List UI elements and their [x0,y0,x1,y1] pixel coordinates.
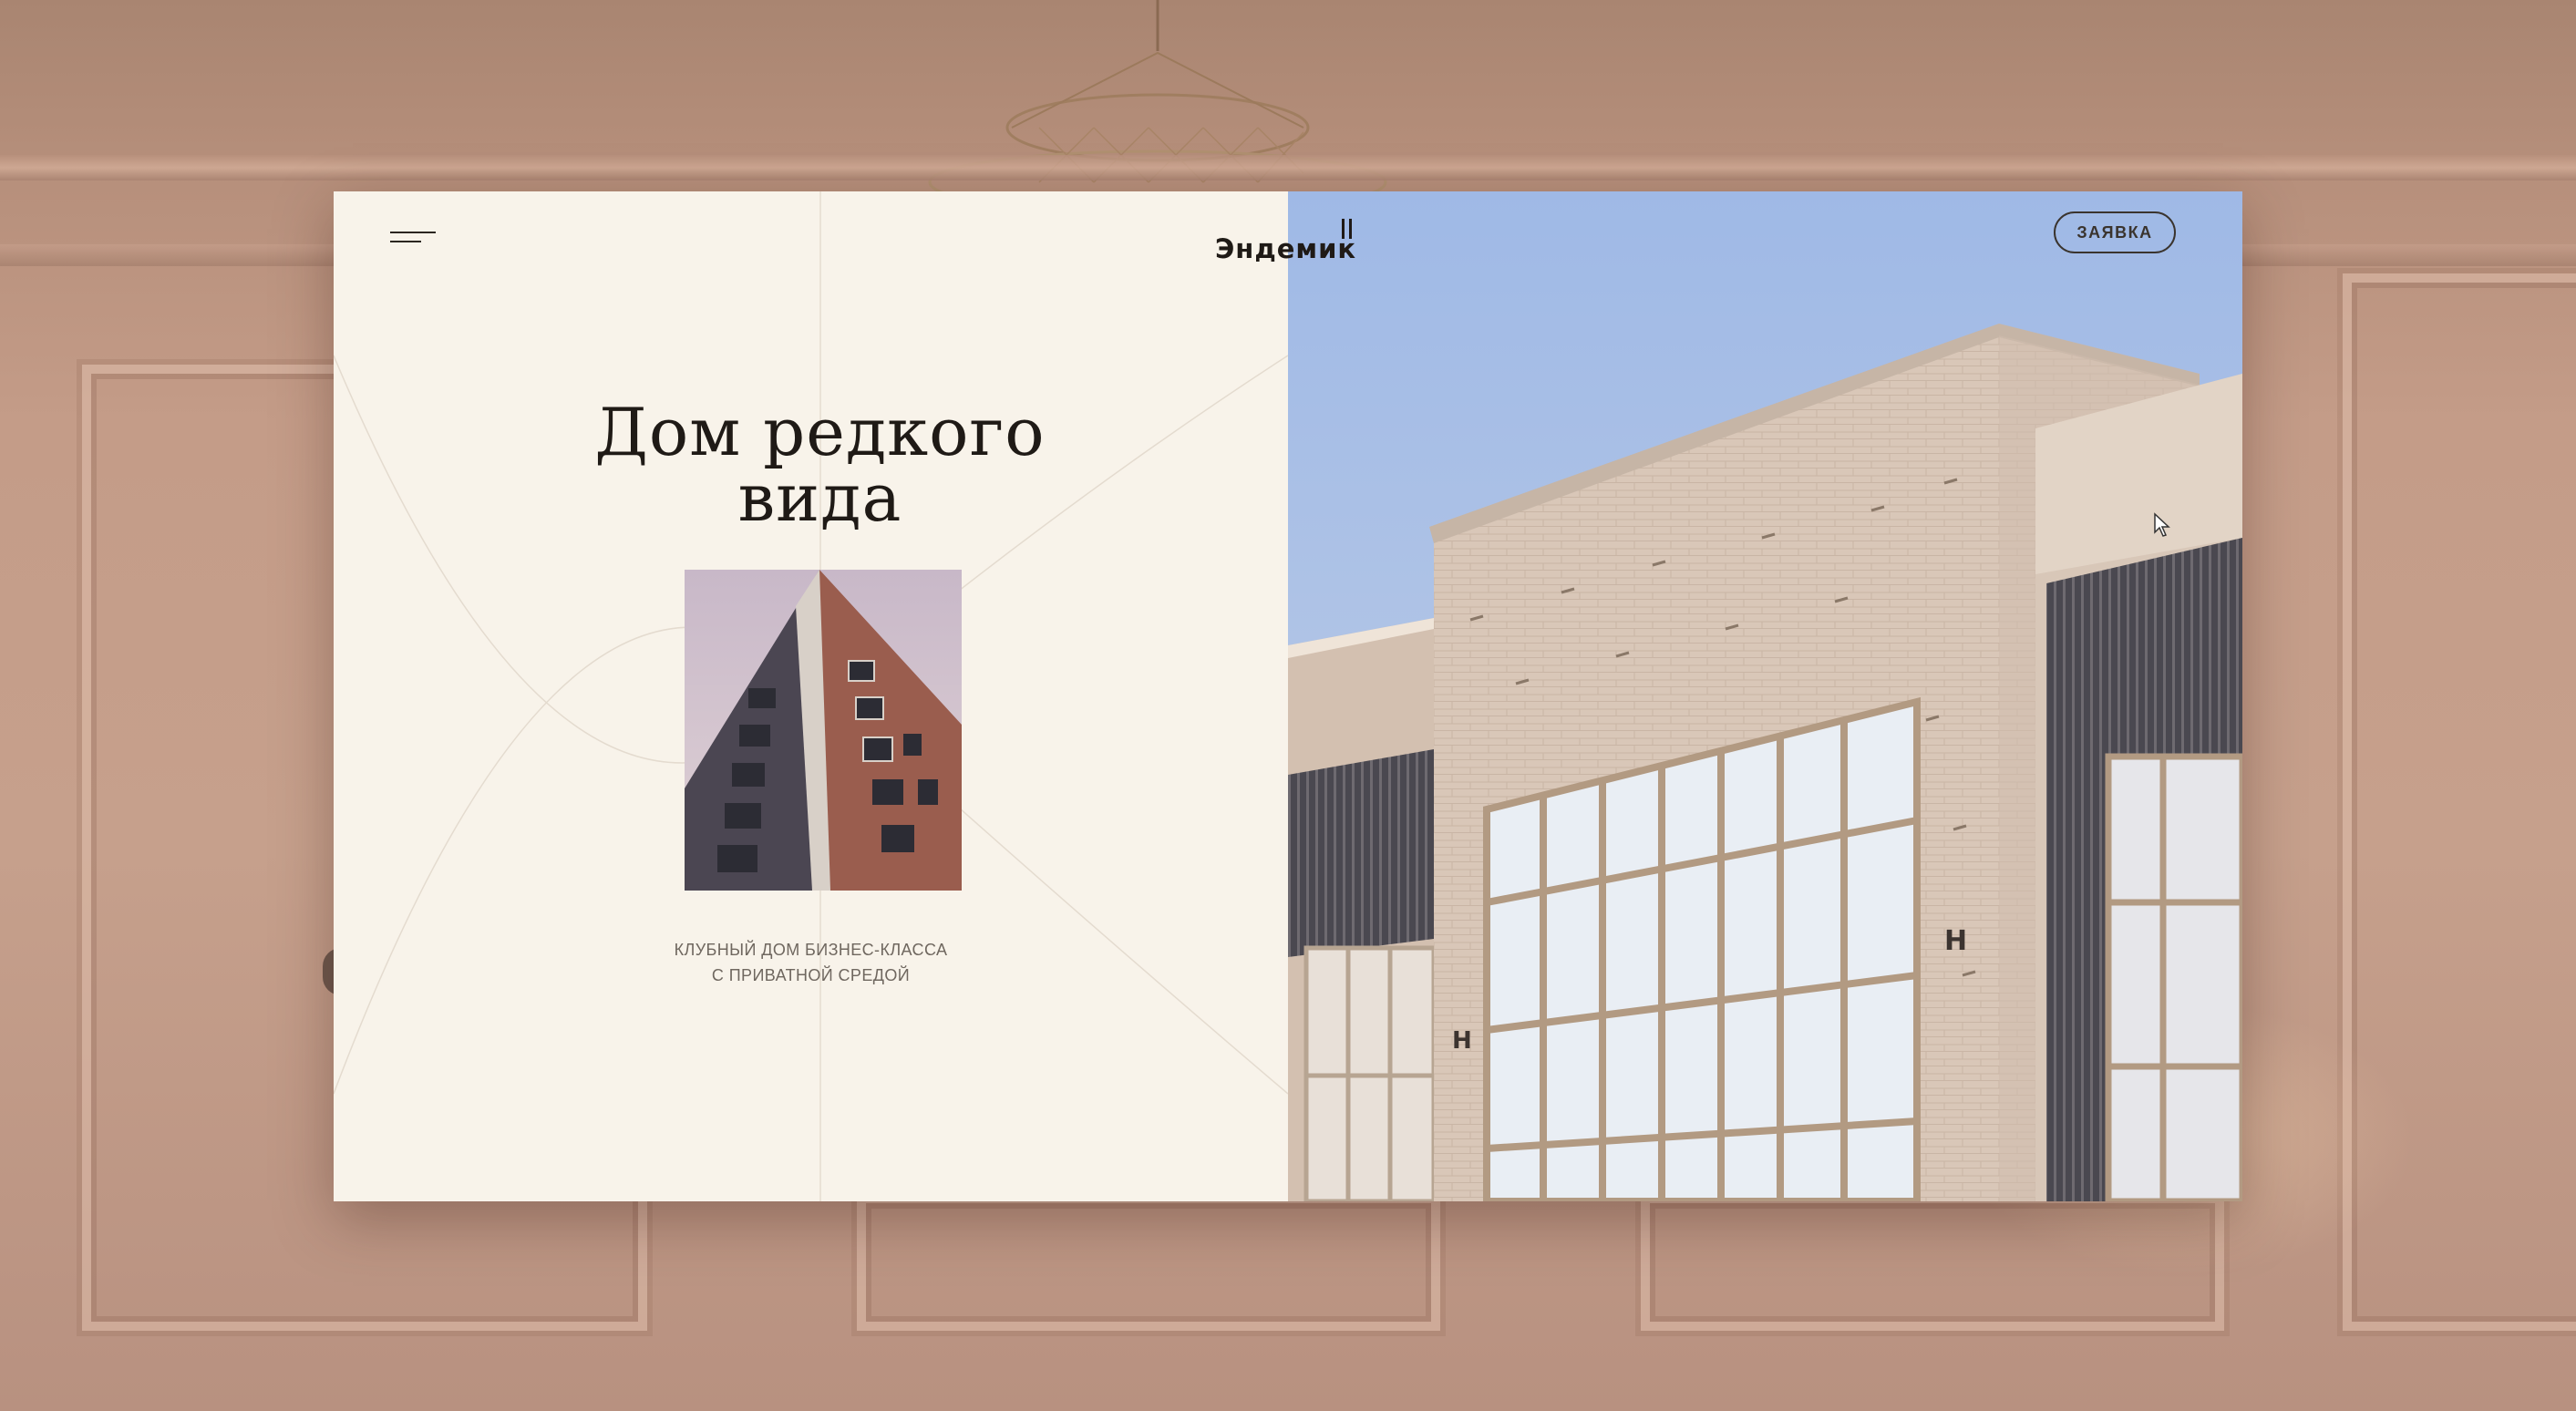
svg-text:Н: Н [1452,1027,1472,1055]
hamburger-menu-icon-bar [390,241,421,242]
ceiling-cornice [0,155,2576,180]
hero-left-pane: Дом редкого вида КЛУБНЫЙ ДОМ БИЗНЕС-КЛАС… [334,191,1288,1201]
subtitle-line-1: КЛУБНЫЙ ДОМ БИЗНЕС-КЛАССА [674,941,948,959]
request-button[interactable]: ЗАЯВКА [2054,211,2176,253]
logo-text: Эндемик [1215,233,1357,264]
mouse-cursor-icon [2154,512,2170,537]
headline-line-2: вида [737,459,902,536]
headline-line-1: Дом редкого [594,394,1046,470]
svg-text:Н: Н [1944,925,1967,957]
hamburger-menu-icon [390,232,436,233]
hamburger-menu-button[interactable] [390,224,438,252]
wall-panel [857,1194,1440,1331]
hero-headline: Дом редкого вида [334,399,1306,530]
building-facade-image: Н Н [1288,191,2242,1201]
building-thumbnail-image [685,570,962,891]
subtitle-line-2: С ПРИВАТНОЙ СРЕДОЙ [711,966,911,984]
website-screen: Дом редкого вида КЛУБНЫЙ ДОМ БИЗНЕС-КЛАС… [334,191,2242,1201]
hero-subtitle: КЛУБНЫЙ ДОМ БИЗНЕС-КЛАССА С ПРИВАТНОЙ СР… [334,937,1288,988]
logo-mark-icon [1342,219,1355,239]
